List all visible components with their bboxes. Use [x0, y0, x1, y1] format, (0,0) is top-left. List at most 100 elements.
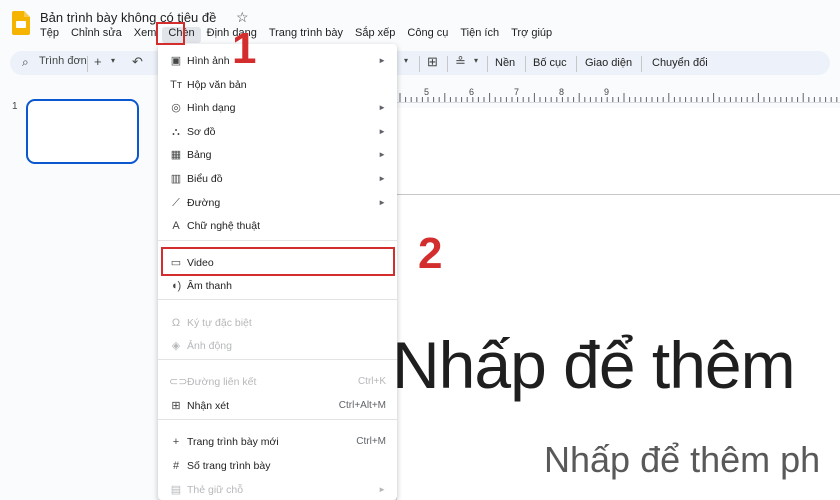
menu-item-label: Sơ đồ: [187, 126, 216, 138]
line-style-icon[interactable]: ≗: [455, 54, 466, 70]
annotation-box-insert-menu: [156, 22, 185, 45]
menu-item-placeholder: ▤ Thẻ giữ chỗ ►: [158, 480, 397, 500]
menu-item-label: Trang trình bày mới: [187, 436, 279, 448]
layout-button[interactable]: Bố cục: [533, 57, 567, 69]
menu-item-table[interactable]: ▦ Bảng ►: [158, 145, 397, 165]
shape-icon: ◎: [171, 102, 181, 114]
menu-item-shortcut: Ctrl+M: [356, 436, 386, 447]
submenu-arrow-icon: ►: [378, 127, 386, 136]
menu-item-label: Bảng: [187, 149, 212, 161]
menu-7[interactable]: Công cụ: [401, 27, 454, 43]
slides-logo-icon[interactable]: [12, 11, 30, 35]
menu-separator: [158, 359, 397, 360]
toolbar-divider: [576, 56, 577, 72]
menu-8[interactable]: Tiện ích: [454, 27, 505, 43]
slide-thumbnail[interactable]: [26, 99, 139, 164]
menu-item-label: Thẻ giữ chỗ: [187, 484, 244, 496]
ruler-ticks: [399, 93, 838, 102]
menu-item-shape[interactable]: ◎ Hình dạng ►: [158, 98, 397, 118]
ruler-number: 9: [604, 87, 610, 97]
menu-item-link: ⊂⊃ Đường liên kết Ctrl+K: [158, 372, 397, 392]
submenu-arrow-icon: ►: [378, 56, 386, 65]
image-icon: ▣: [170, 55, 182, 67]
annotation-box-video: [161, 247, 395, 276]
menu-1[interactable]: Chỉnh sửa: [65, 27, 128, 43]
menu-item-label: Biểu đồ: [187, 173, 223, 185]
theme-button[interactable]: Giao diện: [585, 57, 632, 69]
menu-item-audio[interactable]: ◖) Âm thanh: [158, 276, 397, 296]
menu-separator: [158, 419, 397, 420]
menu-item-label: Hình dạng: [187, 102, 236, 114]
ruler-number: 6: [469, 87, 475, 97]
submenu-arrow-icon: ►: [378, 485, 386, 494]
toolbar-divider: [525, 56, 526, 72]
menu-item-image[interactable]: ▣ Hình ảnh ►: [158, 51, 397, 71]
diagram-icon: ⛬: [172, 126, 180, 138]
add-icon[interactable]: +: [94, 54, 102, 69]
menu-item-label: Chữ nghệ thuật: [187, 220, 260, 232]
ruler-number: 5: [424, 87, 430, 97]
menu-bar: Tệp Chỉnh sửa Xem Chèn Định dạng Trang trình …: [34, 27, 558, 43]
menu-item-diagram[interactable]: ⛬ Sơ đồ ►: [158, 122, 397, 142]
menu-item-label: Đường: [187, 197, 221, 209]
menu-item-plus[interactable]: + Trang trình bày mới Ctrl+M: [158, 432, 397, 452]
chart-icon: ▥: [170, 173, 182, 185]
link-icon: ⊂⊃: [169, 376, 188, 388]
menu-search-input[interactable]: Trình đơn: [39, 55, 87, 67]
menu-item-textbox[interactable]: Tт Hộp văn bản: [158, 75, 397, 95]
undo-icon[interactable]: ↶: [132, 54, 143, 70]
title-placeholder[interactable]: Nhấp để thêm: [392, 327, 796, 403]
omega-icon: Ω: [171, 317, 181, 329]
background-button[interactable]: Nền: [495, 57, 515, 69]
submenu-arrow-icon: ►: [378, 174, 386, 183]
textbox-icon: Tт: [170, 79, 182, 91]
line-icon: ⟋: [172, 197, 180, 209]
menu-item-omega: Ω Ký tự đặc biệt: [158, 313, 397, 333]
ruler-number: 8: [559, 87, 565, 97]
document-title[interactable]: Bản trình bày không có tiêu đề: [40, 10, 216, 25]
menu-9[interactable]: Trợ giúp: [505, 27, 558, 43]
toolbar-divider: [87, 56, 88, 72]
submenu-arrow-icon: ►: [378, 150, 386, 159]
slide-guide-line: [396, 194, 840, 195]
menu-item-label: Âm thanh: [187, 280, 232, 292]
toolbar-divider: [487, 56, 488, 72]
menu-item-line[interactable]: ⟋ Đường ►: [158, 193, 397, 213]
menu-item-label: Hộp văn bản: [187, 79, 247, 91]
wordart-icon: A: [172, 220, 180, 232]
menu-item-label: Nhận xét: [187, 400, 230, 412]
menu-5[interactable]: Trang trình bày: [263, 27, 349, 43]
menu-item-chart[interactable]: ▥ Biểu đồ ►: [158, 169, 397, 189]
menu-item-animation: ◈ Ảnh động: [158, 336, 397, 356]
placeholder-icon: ▤: [170, 484, 182, 496]
menu-0[interactable]: Tệp: [34, 27, 65, 43]
transition-button[interactable]: Chuyển đổi: [652, 57, 708, 69]
menu-item-label: Ảnh động: [187, 340, 232, 352]
ruler-number: 7: [514, 87, 520, 97]
submenu-arrow-icon: ►: [378, 198, 386, 207]
toolbar-divider: [419, 56, 420, 72]
chevron-down-icon[interactable]: ▾: [404, 56, 408, 65]
menu-item-comment[interactable]: ⊞ Nhận xét Ctrl+Alt+M: [158, 396, 397, 416]
submenu-arrow-icon: ►: [378, 103, 386, 112]
menu-item-label: Hình ảnh: [187, 55, 230, 67]
annotation-step-2: 2: [418, 229, 443, 278]
menu-separator: [158, 240, 397, 241]
search-icon: ⌕: [22, 55, 29, 69]
menu-separator: [158, 299, 397, 300]
chevron-down-icon[interactable]: ▾: [111, 56, 115, 65]
menu-item-slide-number[interactable]: # Số trang trình bày: [158, 456, 397, 476]
menu-item-shortcut: Ctrl+Alt+M: [338, 400, 386, 411]
menu-item-wordart[interactable]: A Chữ nghệ thuật: [158, 216, 397, 236]
toolbar-divider: [447, 56, 448, 72]
menu-item-label: Ký tự đặc biệt: [187, 317, 252, 329]
menu-item-shortcut: Ctrl+K: [357, 376, 386, 387]
animation-icon: ◈: [171, 340, 181, 352]
comment-add-icon[interactable]: ⊞: [427, 54, 438, 70]
chevron-down-icon[interactable]: ▾: [474, 56, 478, 65]
audio-icon: ◖): [170, 280, 182, 292]
subtitle-placeholder[interactable]: Nhấp để thêm ph: [544, 439, 820, 481]
menu-item-label: Số trang trình bày: [187, 460, 271, 472]
menu-6[interactable]: Sắp xếp: [349, 27, 401, 43]
slide-number: 1: [12, 101, 18, 112]
